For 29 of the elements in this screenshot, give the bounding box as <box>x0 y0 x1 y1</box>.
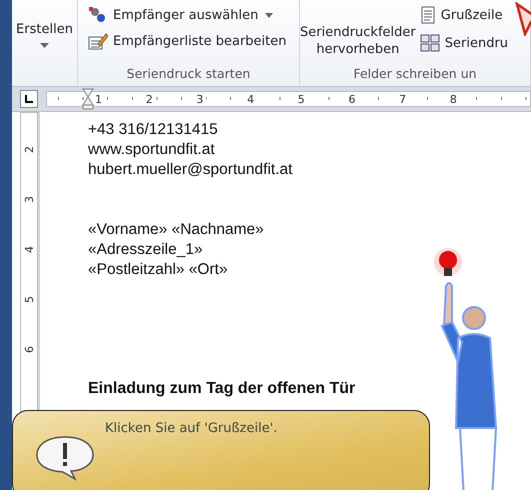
contact-line: hubert.mueller@sportundfit.at <box>88 160 294 180</box>
document-icon <box>420 6 436 24</box>
merge-field-line: «Adresszeile_1» <box>88 240 204 260</box>
ribbon-button[interactable]: Empfängerliste bearbeiten <box>88 32 299 50</box>
highlight-fields-button[interactable]: Seriendruckfelder hervorheben <box>300 6 416 58</box>
ruler-number: 3 <box>22 196 36 203</box>
merge-field-line: «Vorname» «Nachname» <box>88 220 265 240</box>
contact-line: www.sportundfit.at <box>88 140 216 160</box>
ribbon-button[interactable]: Grußzeile <box>420 6 530 24</box>
create-button[interactable]: Erstellen <box>14 20 75 51</box>
tab-stop-icon <box>24 94 34 104</box>
ribbon-button[interactable]: Empfänger auswählen <box>88 6 299 24</box>
ruler-number: 4 <box>22 246 36 253</box>
document-heading: Einladung zum Tag der offenen Tür <box>88 380 356 398</box>
group-title: Seriendruck starten <box>126 66 252 83</box>
contact-line: +43 316/12131415 <box>88 120 219 140</box>
tab-selector[interactable] <box>20 90 38 108</box>
ruler-number: 5 <box>22 296 36 303</box>
caret-icon <box>40 43 49 49</box>
balloon-text: Klicken Sie auf 'Grußzeile'. <box>105 421 278 438</box>
ruler-number: 6 <box>22 346 36 353</box>
group-title: Felder schreiben un <box>352 66 478 83</box>
people-icon <box>88 6 108 24</box>
indent-marker-icon[interactable] <box>82 88 94 110</box>
merge-field-line: «Postleitzahl» «Ort» <box>88 260 229 280</box>
grid-icon <box>420 34 440 52</box>
ribbon-button[interactable]: Seriendru <box>420 34 530 52</box>
ruler-number: 2 <box>22 146 36 153</box>
edit-list-icon <box>88 32 108 50</box>
